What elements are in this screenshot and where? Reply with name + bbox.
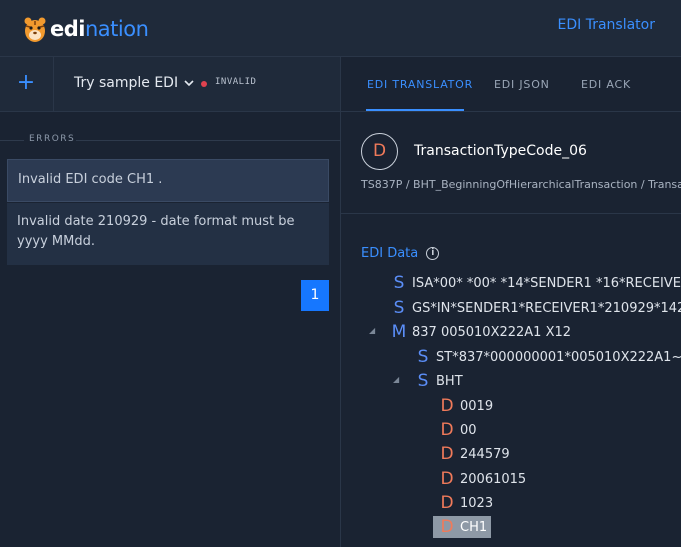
tree-node-label: GS*IN*SENDER1*RECEIVER1*210929*1420*1*X*… [412, 300, 681, 316]
app-title: EDI Translator [557, 17, 655, 33]
data-element-icon: D [440, 444, 454, 464]
tree-node-label: 1023 [460, 495, 494, 511]
add-button[interactable]: + [14, 69, 38, 97]
divider [0, 140, 24, 141]
tree-node-label: 837 005010X222A1 X12 [412, 324, 572, 340]
info-icon[interactable]: i [426, 247, 440, 260]
logo-text: edination [50, 17, 149, 41]
active-tab-indicator [366, 109, 464, 111]
status-badge: INVALID [215, 77, 257, 87]
divider [76, 140, 341, 141]
edi-data-heading: EDI Data i [361, 246, 440, 261]
tab-edi-translator[interactable]: EDI TRANSLATOR [367, 78, 473, 91]
data-element-icon: D [440, 396, 454, 416]
top-bar: edination EDI Translator [0, 0, 681, 57]
collapse-triangle-icon[interactable]: ◢ [369, 326, 375, 335]
tree-node-label: 00 [460, 422, 477, 438]
tree-node-selected[interactable]: D CH1 [433, 516, 492, 538]
tree-node[interactable]: M 837 005010X222A1 X12 [390, 322, 571, 342]
error-item[interactable]: Invalid EDI code CH1 . [7, 159, 329, 202]
error-item[interactable]: Invalid date 210929 - date format must b… [7, 203, 329, 265]
tree-node-label: BHT [436, 373, 463, 389]
tree-node[interactable]: S ST*837*000000001*005010X222A1~ [414, 347, 681, 367]
tree-node[interactable]: S BHT [414, 371, 463, 391]
chevron-down-icon [184, 80, 194, 87]
tree-node[interactable]: D 0019 [438, 396, 493, 416]
translator-panel: D TransactionTypeCode_06 TS837P / BHT_Be… [341, 112, 681, 547]
edi-data-label: EDI Data [361, 246, 419, 261]
segment-icon: S [417, 347, 429, 367]
tiger-logo-icon [24, 17, 46, 42]
divider [53, 57, 54, 112]
tree-node[interactable]: S ISA*00* *00* *14*SENDER1 *16*RECEIVER1 [390, 273, 681, 293]
tree-node-label: CH1 [460, 519, 488, 535]
tree-node[interactable]: D 1023 [438, 493, 493, 513]
toolbar: + Try sample EDI INVALID [0, 57, 341, 112]
tree-node[interactable]: D 20061015 [438, 469, 526, 489]
status-dot-icon [201, 81, 207, 87]
data-element-icon: D [440, 517, 454, 537]
tree-node-label: ISA*00* *00* *14*SENDER1 *16*RECEIVER1 [412, 275, 681, 291]
segment-icon: S [393, 298, 405, 318]
tree-node-label: ST*837*000000001*005010X222A1~ [436, 349, 681, 365]
data-element-icon: D [440, 420, 454, 440]
edination-logo[interactable]: edination [22, 14, 149, 44]
selected-node-title: TransactionTypeCode_06 [414, 143, 587, 159]
collapse-triangle-icon[interactable]: ◢ [393, 375, 399, 384]
breadcrumb: TS837P / BHT_BeginningOfHierarchicalTran… [361, 178, 681, 191]
tab-edi-json[interactable]: EDI JSON [494, 78, 550, 91]
pagination-page-button[interactable]: 1 [301, 280, 329, 311]
segment-icon: S [417, 371, 429, 391]
data-element-badge: D [361, 133, 398, 170]
tree-node[interactable]: D 244579 [438, 444, 510, 464]
try-sample-dropdown[interactable]: Try sample EDI [74, 75, 194, 91]
tree-node-label: 0019 [460, 398, 494, 414]
tree-node-label: 20061015 [460, 471, 527, 487]
tree-node-label: 244579 [460, 446, 510, 462]
data-element-icon: D [440, 469, 454, 489]
tab-bar: EDI TRANSLATOR EDI JSON EDI ACK [341, 57, 681, 112]
message-icon: M [391, 322, 407, 342]
tree-node[interactable]: D 00 [438, 420, 477, 440]
errors-heading: ERRORS [29, 134, 76, 144]
errors-panel: ERRORS Invalid EDI code CH1 . Invalid da… [0, 112, 341, 547]
data-element-icon: D [440, 493, 454, 513]
segment-icon: S [393, 273, 405, 293]
selected-node-header: D TransactionTypeCode_06 TS837P / BHT_Be… [341, 112, 681, 214]
tree-node[interactable]: S GS*IN*SENDER1*RECEIVER1*210929*1420*1*… [390, 298, 681, 318]
tab-edi-ack[interactable]: EDI ACK [581, 78, 631, 91]
try-sample-label: Try sample EDI [74, 75, 179, 91]
